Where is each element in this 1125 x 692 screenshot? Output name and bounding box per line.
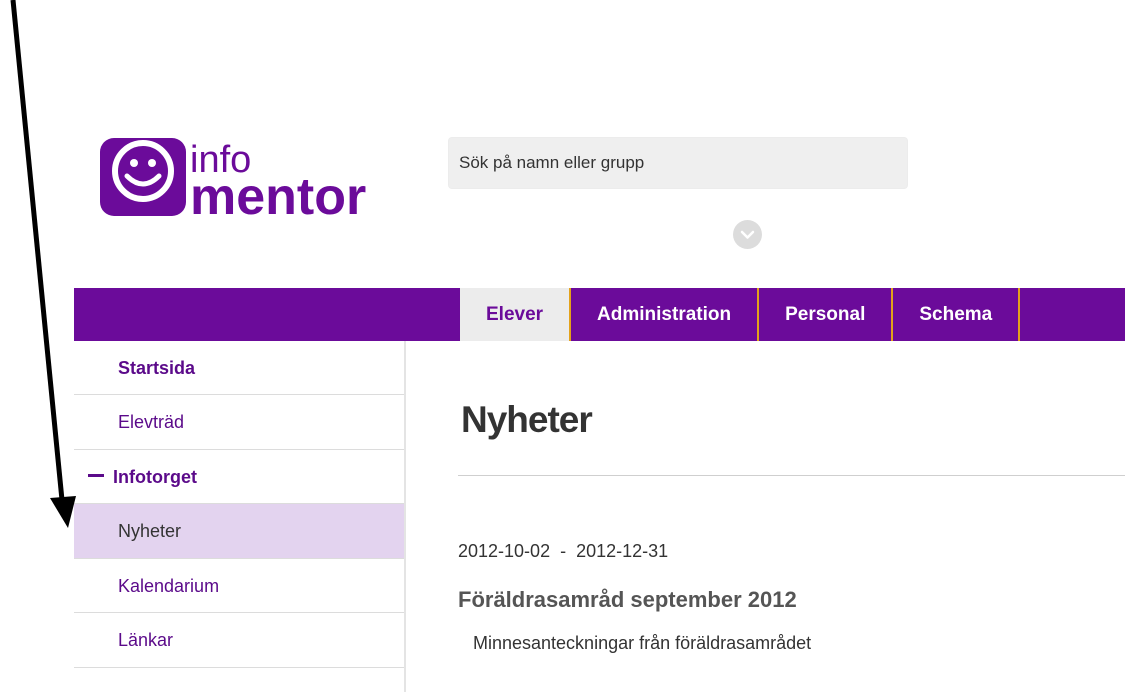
tab-administration[interactable]: Administration [571,288,760,341]
tab-personal[interactable]: Personal [759,288,894,341]
news-item-description: Minnesanteckningar från föräldrasamrådet [473,633,812,653]
sidebar-item-lankar[interactable]: Länkar [74,613,404,668]
page-title: Nyheter [461,399,593,440]
sidebar-item-label: Infotorget [113,466,197,487]
sidebar-item-elevtrad[interactable]: Elevträd [74,395,404,450]
sidebar-item-label: Länkar [118,630,174,650]
tab-elever[interactable]: Elever [460,288,572,341]
infomentor-logo[interactable]: info mentor [100,130,410,222]
sidebar-item-label: Nyheter [118,521,182,541]
main-content: Nyheter 2012-10-02 - 2012-12-31 Föräldra… [458,341,1125,692]
sidebar-item-label: Elevträd [118,412,185,432]
sidebar: Startsida Elevträd Infotorget Nyheter Ka… [74,341,406,692]
logo-word-mentor: mentor [190,168,366,222]
search-input[interactable] [448,137,908,189]
sidebar-item-startsida[interactable]: Startsida [74,341,404,395]
nav-tabs: Elever Administration Personal Schema [460,288,1021,341]
chevron-down-icon [740,230,755,239]
tab-schema[interactable]: Schema [893,288,1021,341]
expand-toggle-button[interactable] [733,220,762,249]
main-nav-bar: Elever Administration Personal Schema [74,288,1125,341]
news-item-title[interactable]: Föräldrasamråd september 2012 [458,587,797,613]
collapse-minus-icon [88,474,104,478]
title-divider [458,475,1125,476]
news-date-range: 2012-10-02 - 2012-12-31 [458,541,669,561]
sidebar-item-kalendarium[interactable]: Kalendarium [74,559,404,613]
sidebar-item-label: Startsida [118,358,196,378]
sidebar-item-nyheter[interactable]: Nyheter [74,504,404,559]
sidebar-item-label: Kalendarium [118,575,220,596]
sidebar-section-infotorget[interactable]: Infotorget [74,450,404,504]
